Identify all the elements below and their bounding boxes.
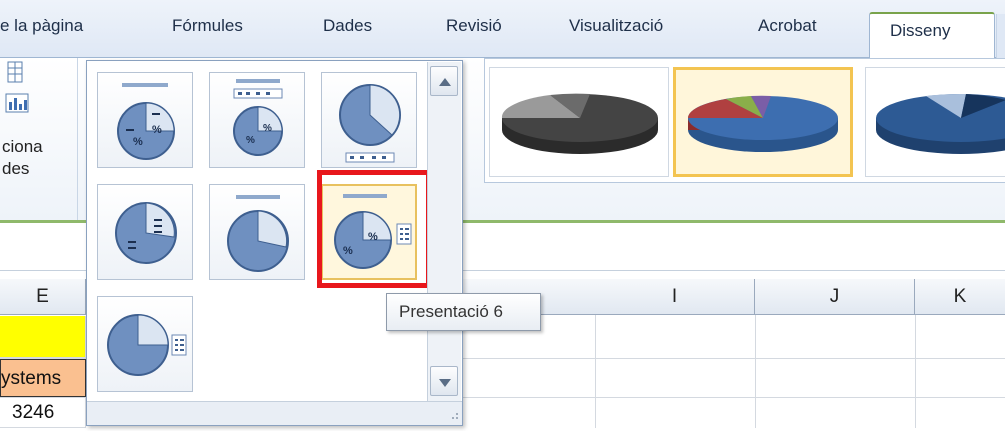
cell-value[interactable]: 3246 — [0, 398, 86, 428]
gallery-resize-grip[interactable] — [87, 401, 462, 425]
layout-1-button[interactable]: % % — [97, 72, 193, 168]
col-gridline — [595, 315, 596, 428]
tab-formulas[interactable]: Fórmules — [172, 10, 243, 42]
pie-legend-right-icon — [107, 314, 187, 376]
pie-title-legend-top-icon: % % — [233, 79, 283, 156]
column-header-k[interactable]: K — [915, 279, 1005, 315]
svg-text:%: % — [246, 135, 255, 146]
tab-page-layout[interactable]: e la pàgina — [0, 10, 83, 42]
layout-3-button[interactable] — [321, 72, 417, 168]
red-highlight-annotation — [317, 170, 431, 288]
blue-pie-3d-icon — [876, 93, 1005, 154]
tab-data[interactable]: Dades — [323, 10, 372, 42]
layout-5-button[interactable] — [209, 184, 305, 280]
chart-styles-gallery — [484, 58, 1005, 183]
scroll-up-button[interactable] — [430, 66, 458, 96]
select-data-label: ciona des — [2, 137, 43, 178]
chart-style-blue[interactable] — [865, 67, 1005, 177]
tab-review[interactable]: Revisió — [446, 10, 502, 42]
pie-title-only-icon — [227, 195, 289, 272]
svg-text:%: % — [133, 136, 143, 148]
column-header-e[interactable]: E — [0, 279, 86, 315]
svg-text:%: % — [263, 123, 272, 134]
layout-7-button[interactable] — [97, 296, 193, 392]
cell-header-orange[interactable]: ystems — [0, 359, 86, 397]
layout-4-button[interactable] — [97, 184, 193, 280]
column-header-i[interactable]: I — [595, 279, 755, 315]
select-data-group[interactable]: ciona des — [0, 58, 78, 220]
layout-2-button[interactable]: % % — [209, 72, 305, 168]
tab-overflow-edge — [996, 14, 1005, 58]
select-data-icon — [5, 61, 29, 113]
svg-text:%: % — [152, 124, 162, 136]
pie-data-labels-icon — [115, 202, 177, 264]
resize-grip-icon — [452, 413, 458, 419]
triangle-down-icon — [439, 379, 451, 387]
column-header-j[interactable]: J — [755, 279, 915, 315]
tab-acrobat[interactable]: Acrobat — [758, 10, 817, 42]
ribbon-tab-bar: e la pàgina Fórmules Dades Revisió Visua… — [0, 0, 1005, 59]
col-gridline — [755, 315, 756, 428]
pie-legend-bottom-icon — [339, 84, 401, 163]
tab-design[interactable]: Disseny — [869, 12, 995, 59]
layout-tooltip: Presentació 6 — [386, 293, 541, 331]
cell-yellow[interactable] — [0, 316, 86, 358]
col-gridline — [915, 315, 916, 428]
scroll-down-button[interactable] — [430, 366, 458, 396]
pie-title-percent-labels-icon: % % — [117, 83, 175, 160]
chart-style-dark[interactable] — [489, 67, 669, 177]
triangle-up-icon — [439, 78, 451, 86]
chart-style-colorful-selected[interactable] — [673, 67, 853, 177]
dark-pie-3d-icon — [501, 93, 658, 154]
colorful-pie-3d-icon — [688, 95, 838, 152]
tab-view[interactable]: Visualització — [569, 10, 663, 42]
gallery-scrollbar[interactable] — [427, 62, 461, 402]
